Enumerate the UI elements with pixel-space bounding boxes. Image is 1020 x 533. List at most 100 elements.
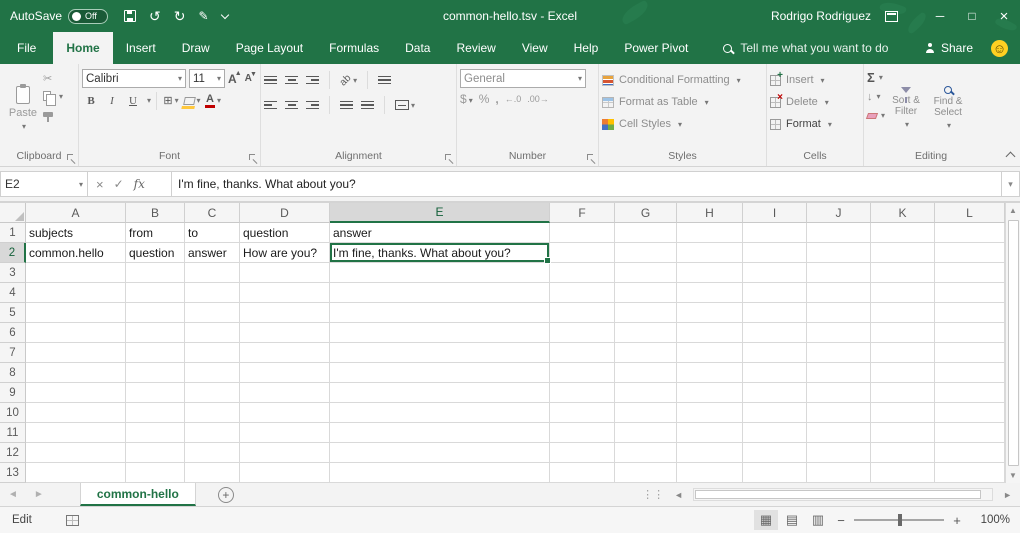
cell-G6[interactable] (615, 323, 677, 343)
cell-H12[interactable] (677, 443, 743, 463)
zoom-slider[interactable] (854, 519, 944, 521)
cell-D6[interactable] (240, 323, 330, 343)
align-center-button[interactable] (285, 101, 298, 110)
collapse-ribbon-icon[interactable] (1006, 152, 1016, 162)
row-header-12[interactable]: 12 (0, 443, 26, 463)
cell-J4[interactable] (807, 283, 871, 303)
column-header-I[interactable]: I (743, 203, 807, 223)
cell-C5[interactable] (185, 303, 240, 323)
cancel-entry-button[interactable]: × (96, 177, 104, 192)
cell-H6[interactable] (677, 323, 743, 343)
cut-button[interactable]: ✂ (43, 71, 63, 85)
cell-A2[interactable]: common.hello (26, 243, 126, 263)
cell-C11[interactable] (185, 423, 240, 443)
cell-I4[interactable] (743, 283, 807, 303)
borders-button[interactable]: ⊞▾ (162, 90, 180, 111)
column-header-E[interactable]: E (330, 203, 550, 223)
tab-help[interactable]: Help (561, 32, 612, 64)
cell-D1[interactable]: question (240, 223, 330, 243)
cell-C12[interactable] (185, 443, 240, 463)
cell-D8[interactable] (240, 363, 330, 383)
cell-I12[interactable] (743, 443, 807, 463)
zoom-slider-thumb[interactable] (898, 514, 902, 526)
feedback-smiley-icon[interactable]: ☺ (991, 40, 1008, 57)
cell-K10[interactable] (871, 403, 935, 423)
user-name[interactable]: Rodrigo Rodriguez (771, 9, 871, 23)
cell-L12[interactable] (935, 443, 1005, 463)
cell-J7[interactable] (807, 343, 871, 363)
cell-F1[interactable] (550, 223, 615, 243)
cell-F11[interactable] (550, 423, 615, 443)
cell-B10[interactable] (126, 403, 185, 423)
page-break-view-button[interactable]: ▥ (806, 510, 830, 530)
fill-button[interactable]: ↓▾ (867, 88, 885, 105)
row-header-1[interactable]: 1 (0, 223, 26, 243)
row-header-13[interactable]: 13 (0, 463, 26, 483)
cell-E2[interactable]: I'm fine, thanks. What about you? (330, 243, 550, 263)
cell-C1[interactable]: to (185, 223, 240, 243)
cell-F4[interactable] (550, 283, 615, 303)
tab-draw[interactable]: Draw (169, 32, 223, 64)
copy-button[interactable]: ▾ (43, 89, 63, 103)
cell-H7[interactable] (677, 343, 743, 363)
cell-L6[interactable] (935, 323, 1005, 343)
cell-I9[interactable] (743, 383, 807, 403)
cell-F3[interactable] (550, 263, 615, 283)
clipboard-dialog-launcher[interactable] (67, 154, 76, 163)
cell-L7[interactable] (935, 343, 1005, 363)
cell-D13[interactable] (240, 463, 330, 483)
cell-G1[interactable] (615, 223, 677, 243)
fill-color-button[interactable]: ▾ (183, 90, 201, 111)
cell-I8[interactable] (743, 363, 807, 383)
cell-B9[interactable] (126, 383, 185, 403)
conditional-formatting-button[interactable]: Conditional Formatting ▾ (602, 69, 763, 91)
cell-G12[interactable] (615, 443, 677, 463)
cell-L3[interactable] (935, 263, 1005, 283)
undo-button[interactable]: ↺ (149, 9, 161, 23)
column-header-F[interactable]: F (550, 203, 615, 223)
cell-A3[interactable] (26, 263, 126, 283)
cell-E1[interactable]: answer (330, 223, 550, 243)
next-sheet-button[interactable]: ► (26, 483, 52, 506)
column-header-B[interactable]: B (126, 203, 185, 223)
cell-B1[interactable]: from (126, 223, 185, 243)
cell-I11[interactable] (743, 423, 807, 443)
cell-F8[interactable] (550, 363, 615, 383)
cell-L8[interactable] (935, 363, 1005, 383)
format-cells-button[interactable]: Format ▾ (770, 113, 860, 135)
font-color-button[interactable]: A▾ (204, 90, 222, 111)
cell-I13[interactable] (743, 463, 807, 483)
close-button[interactable]: × (988, 0, 1020, 32)
cell-J9[interactable] (807, 383, 871, 403)
cell-A4[interactable] (26, 283, 126, 303)
cell-K8[interactable] (871, 363, 935, 383)
font-size-combo[interactable]: 11 ▾ (189, 69, 225, 88)
cell-E7[interactable] (330, 343, 550, 363)
horizontal-scroll-thumb[interactable] (695, 490, 981, 499)
row-header-10[interactable]: 10 (0, 403, 26, 423)
row-header-8[interactable]: 8 (0, 363, 26, 383)
draw-touch-button[interactable]: ✎ (199, 9, 209, 23)
sheet-tab-common-hello[interactable]: common-hello (80, 483, 196, 506)
cell-H4[interactable] (677, 283, 743, 303)
column-header-D[interactable]: D (240, 203, 330, 223)
paste-button[interactable]: Paste ▾ (3, 67, 43, 149)
cell-H8[interactable] (677, 363, 743, 383)
percent-style-button[interactable]: % (479, 92, 490, 106)
bold-button[interactable]: B (82, 90, 100, 111)
cell-D2[interactable]: How are you? (240, 243, 330, 263)
cell-F9[interactable] (550, 383, 615, 403)
column-header-G[interactable]: G (615, 203, 677, 223)
horizontal-scrollbar[interactable] (693, 488, 993, 501)
cell-J8[interactable] (807, 363, 871, 383)
cell-G5[interactable] (615, 303, 677, 323)
row-header-9[interactable]: 9 (0, 383, 26, 403)
cell-A7[interactable] (26, 343, 126, 363)
decrease-indent-button[interactable] (340, 101, 353, 110)
column-header-A[interactable]: A (26, 203, 126, 223)
cell-J11[interactable] (807, 423, 871, 443)
cell-C3[interactable] (185, 263, 240, 283)
cell-H5[interactable] (677, 303, 743, 323)
cell-K4[interactable] (871, 283, 935, 303)
number-dialog-launcher[interactable] (587, 154, 596, 163)
